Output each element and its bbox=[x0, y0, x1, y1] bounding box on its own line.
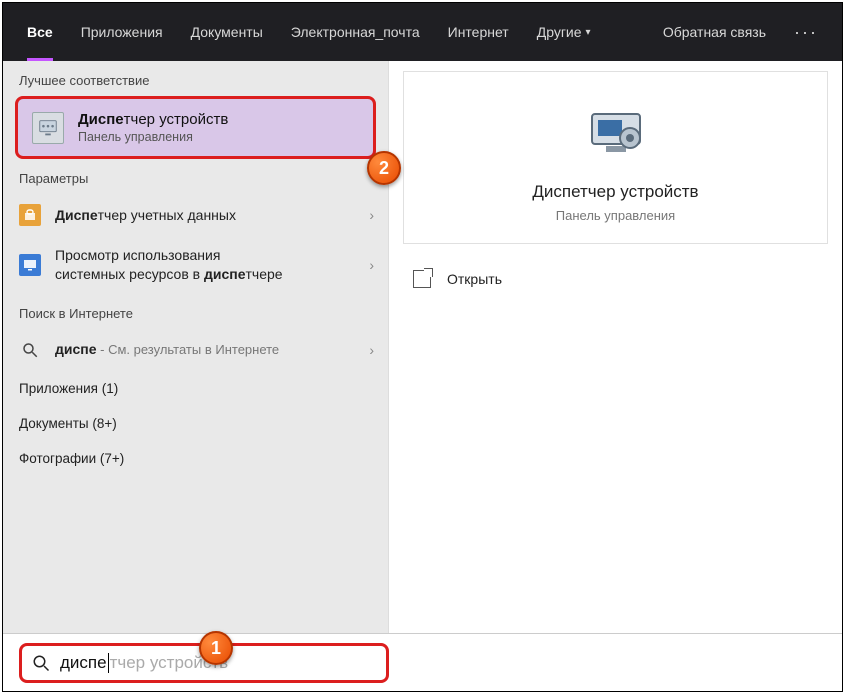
category-apps[interactable]: Приложения (1) bbox=[3, 371, 388, 406]
search-icon bbox=[32, 654, 50, 672]
device-manager-icon bbox=[32, 112, 64, 144]
detail-subtitle: Панель управления bbox=[404, 208, 827, 223]
category-photos[interactable]: Фотографии (7+) bbox=[3, 441, 388, 476]
web-search-label: диспе - См. результаты в Интернете bbox=[55, 340, 279, 359]
top-navigation: Все Приложения Документы Электронная_поч… bbox=[3, 3, 842, 61]
tab-all[interactable]: Все bbox=[13, 3, 67, 61]
tab-internet[interactable]: Интернет bbox=[434, 3, 523, 61]
open-label: Открыть bbox=[447, 271, 502, 287]
open-icon bbox=[413, 270, 431, 288]
credential-manager-icon bbox=[19, 204, 41, 226]
best-match-title: Диспетчер устройств bbox=[78, 111, 228, 128]
best-match-item[interactable]: Диспетчер устройств Панель управления bbox=[15, 96, 376, 159]
chevron-right-icon: › bbox=[369, 257, 374, 273]
detail-card: Диспетчер устройств Панель управления bbox=[403, 71, 828, 244]
tab-email[interactable]: Электронная_почта bbox=[277, 3, 434, 61]
detail-panel: Диспетчер устройств Панель управления От… bbox=[388, 61, 842, 633]
section-web: Поиск в Интернете bbox=[3, 294, 388, 329]
monitor-icon bbox=[19, 254, 41, 276]
web-search-item[interactable]: диспе - См. результаты в Интернете › bbox=[3, 329, 388, 371]
text-caret bbox=[108, 653, 109, 673]
tab-more[interactable]: Другие▾ bbox=[523, 3, 605, 61]
open-action[interactable]: Открыть bbox=[403, 256, 828, 302]
annotation-badge-1: 1 bbox=[199, 631, 233, 665]
more-options-icon[interactable]: ··· bbox=[780, 22, 832, 43]
settings-item-label: Просмотр использования системных ресурсо… bbox=[55, 246, 283, 284]
settings-item-resources[interactable]: Просмотр использования системных ресурсо… bbox=[3, 236, 388, 294]
tab-documents[interactable]: Документы bbox=[177, 3, 277, 61]
chevron-down-icon: ▾ bbox=[586, 27, 591, 38]
section-settings: Параметры bbox=[3, 159, 388, 194]
device-manager-large-icon bbox=[580, 96, 652, 168]
search-typed-text: диспе bbox=[60, 653, 107, 673]
best-match-subtitle: Панель управления bbox=[78, 130, 228, 144]
settings-item-credentials[interactable]: Диспетчер учетных данных › bbox=[3, 194, 388, 236]
results-panel: Лучшее соответствие Диспетчер устройств … bbox=[3, 61, 388, 633]
settings-item-label: Диспетчер учетных данных bbox=[55, 206, 236, 225]
chevron-right-icon: › bbox=[369, 342, 374, 358]
detail-title: Диспетчер устройств bbox=[404, 182, 827, 202]
section-best-match: Лучшее соответствие bbox=[3, 61, 388, 96]
chevron-right-icon: › bbox=[369, 207, 374, 223]
annotation-badge-2: 2 bbox=[367, 151, 401, 185]
category-documents[interactable]: Документы (8+) bbox=[3, 406, 388, 441]
tab-apps[interactable]: Приложения bbox=[67, 3, 177, 61]
search-bar: диспетчер устройств bbox=[3, 633, 842, 691]
feedback-link[interactable]: Обратная связь bbox=[649, 24, 780, 40]
search-icon bbox=[19, 339, 41, 361]
